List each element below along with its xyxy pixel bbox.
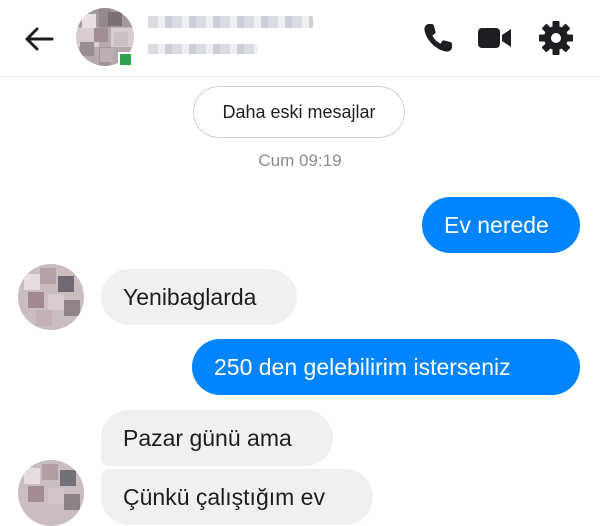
message-bubble-incoming[interactable]: Pazar günü ama — [101, 410, 333, 466]
video-camera-icon[interactable] — [474, 18, 514, 58]
message-timestamp: Cum 09:19 — [258, 151, 342, 170]
arrow-left-icon[interactable] — [22, 22, 56, 56]
message-bubble-incoming[interactable]: Çünkü çalıştığım ev — [101, 469, 373, 525]
message-bubble-incoming[interactable]: Yenibaglarda — [101, 269, 297, 325]
gear-icon[interactable] — [536, 18, 576, 58]
online-status-indicator — [118, 52, 133, 67]
message-bubble-outgoing[interactable]: 250 den gelebilirim isterseniz — [192, 339, 580, 395]
contact-name-blurred[interactable] — [148, 14, 318, 62]
sender-avatar[interactable] — [18, 460, 84, 526]
sender-avatar[interactable] — [18, 264, 84, 330]
older-messages-button[interactable]: Daha eski mesajlar — [193, 86, 405, 138]
message-bubble-outgoing[interactable]: Ev nerede — [422, 197, 580, 253]
conversation-header — [0, 0, 600, 77]
phone-icon[interactable] — [418, 18, 458, 58]
